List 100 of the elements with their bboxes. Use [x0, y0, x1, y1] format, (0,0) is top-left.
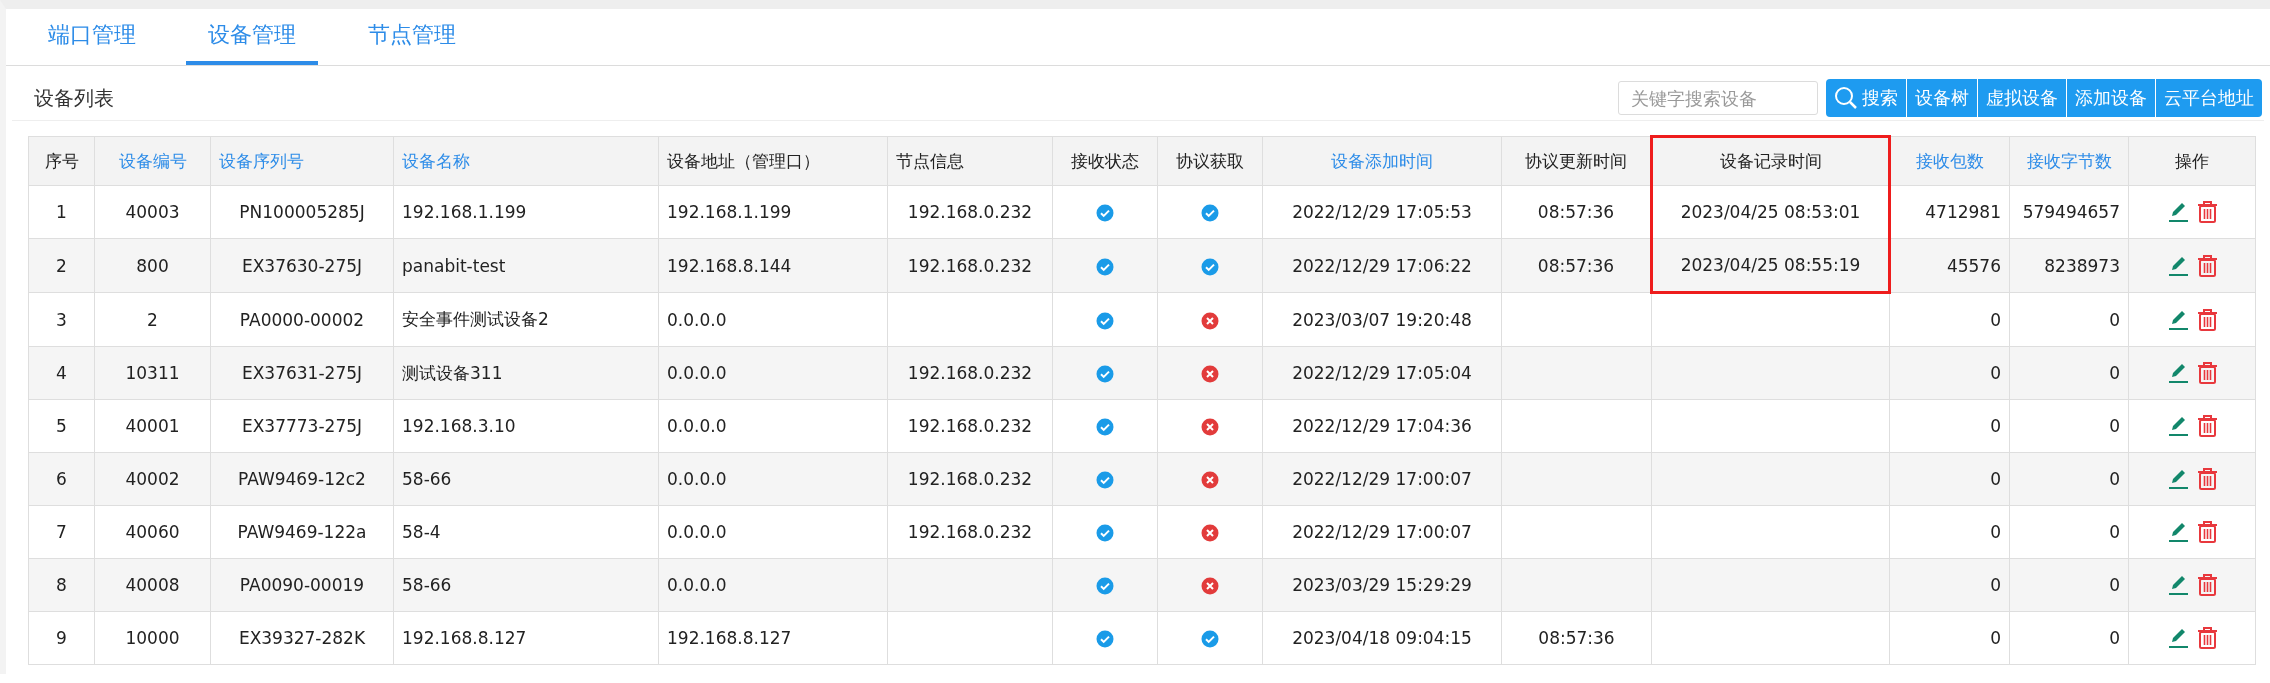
- toolbar-button[interactable]: 添加设备: [2066, 79, 2155, 117]
- table-cell: PAW9469-12c2: [210, 452, 394, 506]
- table-cell: 0: [2009, 505, 2129, 559]
- column-header: 设备地址（管理口）: [658, 136, 888, 186]
- table-cell: 2022/12/29 17:00:07: [1262, 452, 1502, 506]
- edit-icon[interactable]: [2166, 415, 2189, 437]
- toolbar-button[interactable]: 虚拟设备: [1977, 79, 2066, 117]
- table-cell: 0.0.0.0: [658, 346, 888, 400]
- table-cell: 0: [1889, 505, 2010, 559]
- edit-icon[interactable]: [2166, 468, 2189, 490]
- table-cell: 08:57:36: [1501, 611, 1652, 665]
- edit-icon[interactable]: [2166, 201, 2189, 223]
- column-header: 序号: [28, 136, 95, 186]
- table-cell: 0.0.0.0: [658, 558, 888, 612]
- table-cell: 192.168.8.144: [658, 238, 888, 293]
- table-cell: 192.168.0.232: [887, 399, 1053, 453]
- table-cell: EX39327-282K: [210, 611, 394, 665]
- table-cell: 0.0.0.0: [658, 452, 888, 506]
- trash-icon[interactable]: [2196, 254, 2218, 277]
- table-cell: 2022/12/29 17:04:36: [1262, 399, 1502, 453]
- toolbar-button[interactable]: 云平台地址: [2155, 79, 2262, 117]
- table-cell: 0: [2009, 452, 2129, 506]
- trash-icon[interactable]: [2196, 521, 2218, 543]
- edit-icon[interactable]: [2166, 308, 2189, 331]
- edit-icon[interactable]: [2166, 627, 2189, 649]
- table-cell: PAW9469-122a: [210, 505, 394, 559]
- panel-title: 设备列表: [34, 84, 115, 112]
- table-cell: 0: [1889, 558, 2010, 612]
- table-cell: 579494657: [2009, 185, 2129, 239]
- table-cell: 0: [1889, 292, 2010, 347]
- table-cell: 10000: [94, 611, 211, 665]
- table-cell: 58-66: [393, 558, 659, 612]
- table-cell: 0: [2009, 292, 2129, 347]
- column-header[interactable]: 设备编号: [94, 136, 211, 186]
- search-icon: [1834, 86, 1858, 110]
- edit-icon[interactable]: [2166, 574, 2189, 596]
- table-cell: 2022/12/29 17:06:22: [1262, 238, 1502, 293]
- tab[interactable]: 节点管理: [346, 9, 478, 65]
- table-cell: 测试设备311: [393, 346, 659, 400]
- column-header[interactable]: 接收包数: [1889, 136, 2010, 186]
- table-cell: 4712981: [1889, 185, 2010, 239]
- table-cell: 2022/12/29 17:00:07: [1262, 505, 1502, 559]
- table-cell: 安全事件测试设备2: [393, 292, 659, 347]
- table-cell: 0: [1889, 346, 2010, 400]
- edit-icon[interactable]: [2166, 521, 2189, 543]
- table-cell: 4: [28, 346, 95, 400]
- column-header: 设备记录时间: [1651, 136, 1890, 186]
- table-cell: 192.168.1.199: [393, 185, 659, 239]
- table-cell: 2023/03/07 19:20:48: [1262, 292, 1502, 347]
- column-header: 协议更新时间: [1501, 136, 1652, 186]
- edit-icon[interactable]: [2166, 254, 2189, 277]
- trash-icon[interactable]: [2196, 627, 2218, 649]
- table-cell: 2: [28, 238, 95, 293]
- table-cell: 0.0.0.0: [658, 399, 888, 453]
- table-cell: 800: [94, 238, 211, 293]
- table-cell: 40001: [94, 399, 211, 453]
- table-cell: PA0000-00002: [210, 292, 394, 347]
- table-cell: PA0090-00019: [210, 558, 394, 612]
- toolbar-button[interactable]: 设备树: [1906, 79, 1977, 117]
- table-cell: EX37630-275J: [210, 238, 394, 293]
- tab[interactable]: 设备管理: [186, 9, 318, 65]
- table-cell: 8238973: [2009, 238, 2129, 293]
- column-header: 接收状态: [1052, 136, 1158, 186]
- table-cell: 2022/12/29 17:05:04: [1262, 346, 1502, 400]
- table-cell: 40008: [94, 558, 211, 612]
- column-header: 节点信息: [887, 136, 1053, 186]
- table-cell: 0: [1889, 399, 2010, 453]
- trash-icon[interactable]: [2196, 574, 2218, 596]
- column-header[interactable]: 设备添加时间: [1262, 136, 1502, 186]
- search-field[interactable]: 关键字搜索设备: [1618, 81, 1818, 115]
- table-cell: 40060: [94, 505, 211, 559]
- table-cell: 2023/04/25 08:55:19: [1651, 238, 1890, 293]
- table-cell: 192.168.0.232: [887, 185, 1053, 239]
- table-cell: 192.168.0.232: [887, 238, 1053, 293]
- table-cell: PN100005285J: [210, 185, 394, 239]
- table-cell: 8: [28, 558, 95, 612]
- table-cell: 0: [2009, 611, 2129, 665]
- trash-icon[interactable]: [2196, 308, 2218, 331]
- search-button[interactable]: 搜索: [1826, 79, 1906, 117]
- column-header[interactable]: 设备序列号: [210, 136, 394, 186]
- table-cell: 2023/03/29 15:29:29: [1262, 558, 1502, 612]
- edit-icon[interactable]: [2166, 362, 2189, 384]
- tab[interactable]: 端口管理: [26, 9, 158, 65]
- table-cell: 40003: [94, 185, 211, 239]
- trash-icon[interactable]: [2196, 468, 2218, 490]
- table-cell: 192.168.8.127: [658, 611, 888, 665]
- trash-icon[interactable]: [2196, 201, 2218, 223]
- table-cell: EX37773-275J: [210, 399, 394, 453]
- table-cell: 192.168.8.127: [393, 611, 659, 665]
- column-header: 协议获取: [1157, 136, 1263, 186]
- column-header[interactable]: 接收字节数: [2009, 136, 2129, 186]
- table-cell: EX37631-275J: [210, 346, 394, 400]
- table-cell: 0.0.0.0: [658, 292, 888, 347]
- table-cell: 0: [2009, 346, 2129, 400]
- table-cell: 2: [94, 292, 211, 347]
- trash-icon[interactable]: [2196, 362, 2218, 384]
- table-cell: 0: [1889, 452, 2010, 506]
- column-header[interactable]: 设备名称: [393, 136, 659, 186]
- table-cell: 9: [28, 611, 95, 665]
- trash-icon[interactable]: [2196, 415, 2218, 437]
